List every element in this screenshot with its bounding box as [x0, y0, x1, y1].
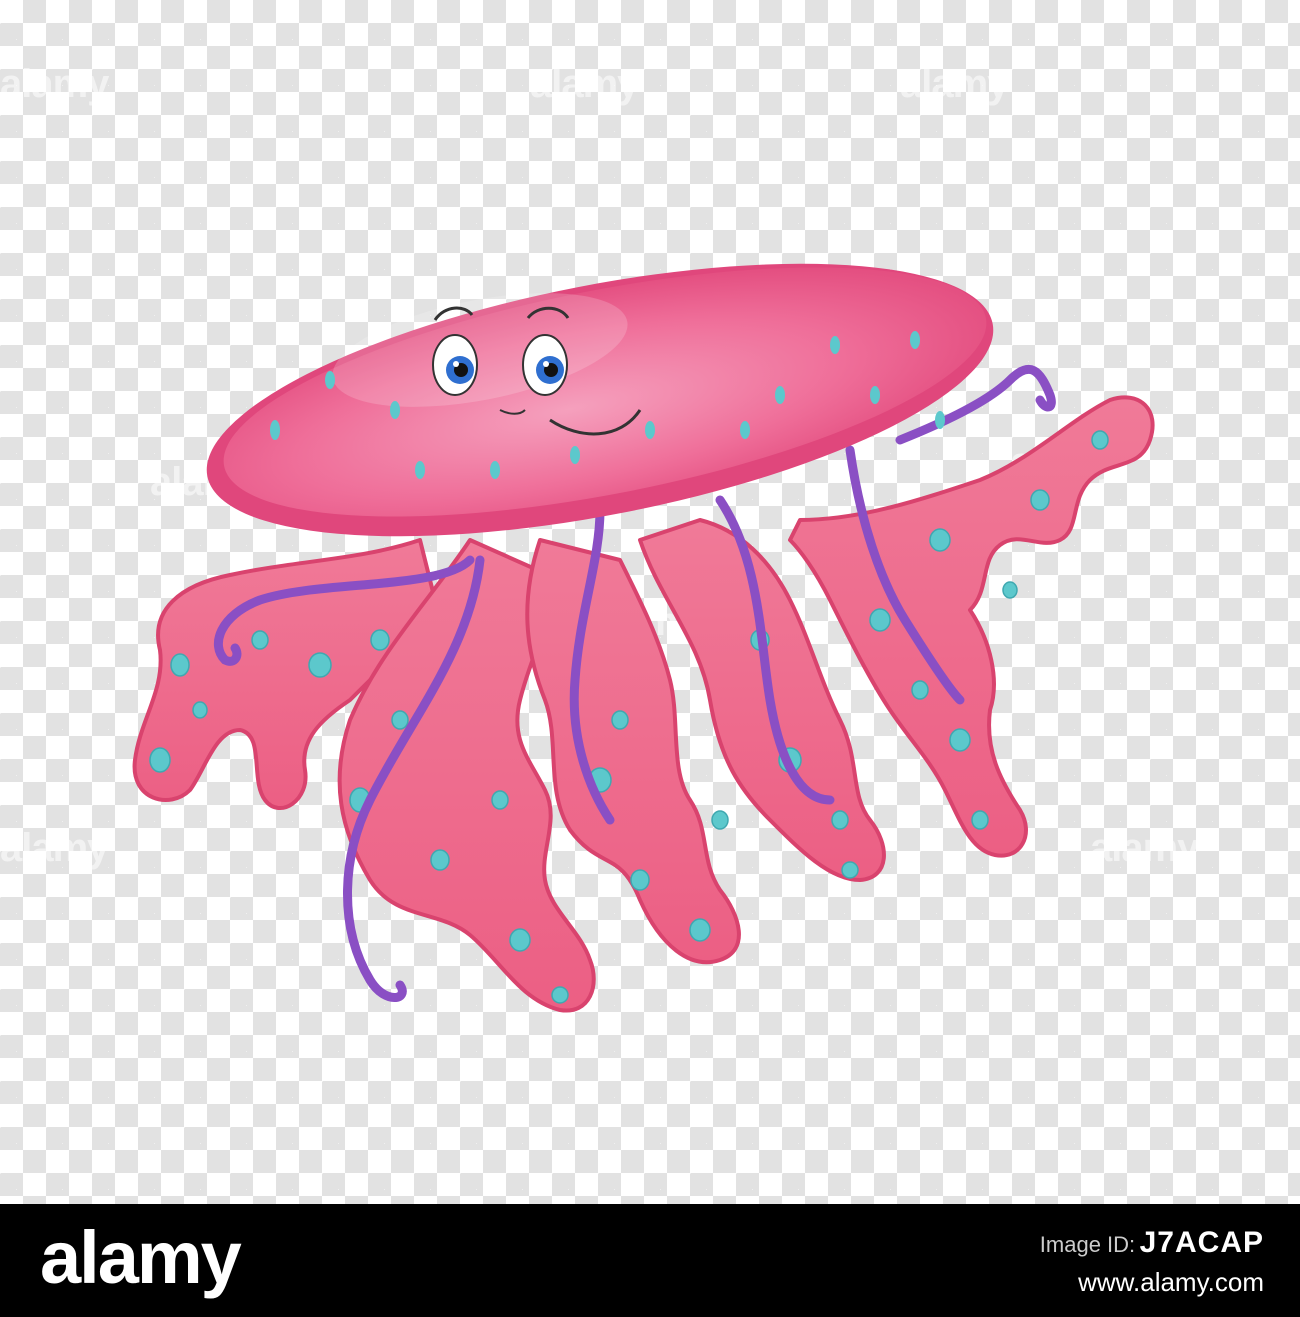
footer-meta: Image ID: J7ACAP www.alamy.com [1040, 1226, 1264, 1299]
pink-jellyfish-illustration [132, 263, 1155, 1013]
footer-logo: alamy [40, 1216, 242, 1299]
image-id: J7ACAP [1139, 1226, 1264, 1259]
transparency-checkerboard-background: alamy alamy alamy alamy alamy alamy alam… [0, 0, 1300, 1204]
stock-photo-footer: alamy Image ID: J7ACAP www.alamy.com [0, 1204, 1300, 1317]
footer-logo-text: alamy [40, 1216, 242, 1299]
image-id-label: Image ID: [1039, 1232, 1136, 1257]
footer-site: www.alamy.com [1078, 1267, 1264, 1297]
